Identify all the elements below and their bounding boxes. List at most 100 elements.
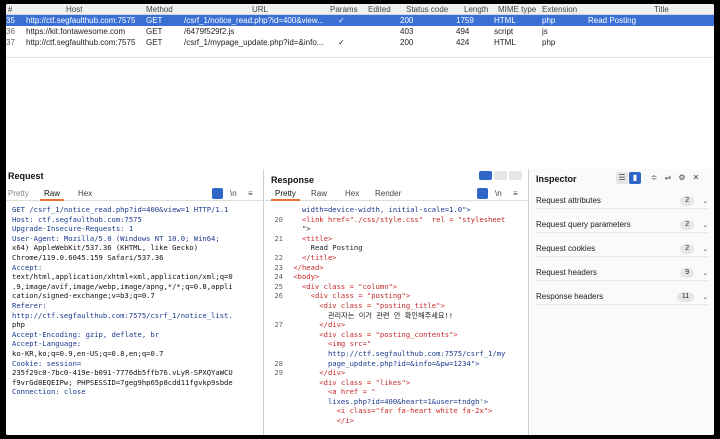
response-pretty-text[interactable]: width=device-width, initial-scale=1.0"> … [289, 205, 505, 426]
request-line: 235f29c0-7bc0-419e-b091-7776db5ffb76.vLy… [12, 368, 233, 378]
row-host: http://ctf.segfaulthub.com:7575 [26, 16, 136, 25]
response-menu-icon[interactable]: ≡ [513, 189, 518, 198]
col-header-length[interactable]: Length [464, 4, 488, 15]
request-pane: Request Pretty Raw Hex \n ≡ GET /csrf_1/… [6, 169, 264, 435]
request-line: .9,image/avif,image/webp,image/apng,*/*;… [12, 281, 233, 291]
col-header-title[interactable]: Title [654, 4, 669, 15]
layout-toggle-group [479, 171, 522, 180]
col-header-num[interactable]: # [8, 4, 12, 15]
request-tabs: Pretty Raw Hex \n ≡ [6, 188, 263, 201]
request-line: Referer: [12, 300, 47, 310]
col-header-host[interactable]: Host [66, 4, 82, 15]
inspector-section-request-attributes[interactable]: Request attributes 2 ⌄ [536, 193, 708, 209]
response-line: <body> [289, 272, 320, 282]
response-line: page_update.php?id=&info=&pw=1234"> [289, 358, 480, 368]
tab-hex[interactable]: Hex [78, 189, 92, 198]
response-line: <div class = "likes"> [289, 377, 411, 387]
chevron-down-icon: ⌄ [702, 197, 708, 205]
tab-pretty[interactable]: Pretty [8, 189, 29, 198]
row-params-check: ✓ [338, 38, 345, 47]
response-line: <img src=" [289, 339, 372, 349]
wrap-toggle-icon[interactable] [477, 188, 488, 199]
col-header-extension[interactable]: Extension [542, 4, 577, 15]
section-count-badge: 2 [680, 195, 695, 206]
layout-horizontal-icon[interactable] [494, 171, 507, 180]
row-num: 36 [6, 27, 15, 36]
tab-pretty[interactable]: Pretty [271, 189, 300, 201]
row-mime: HTML [494, 16, 516, 25]
request-line: GET /csrf_1/notice_read.php?id=400&view=… [12, 205, 229, 214]
response-line: </i> [289, 416, 354, 426]
row-method: GET [146, 38, 163, 47]
col-header-method[interactable]: Method [146, 4, 173, 15]
row-extension: php [542, 38, 556, 47]
request-line: f9vrGd8EQEIPw; PHPSESSID=7geg9hp65p8cdd1… [12, 377, 233, 387]
response-line-numbers: 20 21 22 23 24 25 26 27 28 29 [265, 205, 283, 406]
col-header-params[interactable]: Params [330, 4, 358, 15]
inspector-section-query-params[interactable]: Request query parameters 2 ⌄ [536, 217, 708, 233]
section-label: Response headers [536, 292, 604, 301]
chevron-down-icon: ⌄ [702, 245, 708, 253]
history-empty-area [6, 57, 714, 169]
inspector-filter-icon[interactable]: ⇌ [662, 172, 674, 184]
response-line: <a href = " [289, 387, 376, 397]
wrap-toggle-icon[interactable] [212, 188, 223, 199]
section-label: Request query parameters [536, 220, 631, 229]
line-number: 20 [274, 214, 283, 224]
line-number: 28 [274, 358, 283, 368]
history-row[interactable]: 37 http://ctf.segfaulthub.com:7575 GET /… [6, 37, 714, 48]
http-history-table: # Host Method URL Params Edited Status c… [6, 4, 714, 57]
col-header-edited[interactable]: Edited [368, 4, 391, 15]
history-header-row: # Host Method URL Params Edited Status c… [6, 4, 714, 15]
section-count-badge: 2 [680, 243, 695, 254]
response-line: <div class = "column"> [289, 281, 398, 291]
line-number: 23 [274, 262, 283, 272]
request-line: Connection: close [12, 387, 86, 397]
response-pane: Response Pretty Raw Hex Render \n ≡ 20 2… [265, 169, 529, 435]
line-number [265, 301, 283, 311]
line-number [265, 311, 283, 321]
history-row[interactable]: 35 http://ctf.segfaulthub.com:7575 GET /… [6, 15, 714, 26]
row-url: /6479f529f2.js [184, 27, 235, 36]
line-number: 21 [274, 233, 283, 243]
tab-render[interactable]: Render [375, 189, 401, 198]
tab-hex[interactable]: Hex [345, 189, 359, 198]
line-number: 22 [274, 252, 283, 262]
inspector-split-icon[interactable]: ▮ [629, 172, 641, 184]
request-raw-text[interactable]: GET /csrf_1/notice_read.php?id=400&view=… [12, 205, 233, 397]
row-status: 200 [400, 16, 414, 25]
tab-raw[interactable]: Raw [311, 189, 327, 198]
inspector-list-icon[interactable]: ☰ [616, 172, 628, 184]
response-line: http://ctf.segfaulthub.com:7575/csrf_1/m… [289, 348, 506, 358]
gear-icon[interactable]: ⚙ [676, 172, 688, 184]
section-label: Request attributes [536, 196, 601, 205]
inspector-section-response-headers[interactable]: Response headers 11 ⌄ [536, 289, 708, 305]
inspector-section-cookies[interactable]: Request cookies 2 ⌄ [536, 241, 708, 257]
line-number [265, 330, 283, 340]
inspector-section-request-headers[interactable]: Request headers 9 ⌄ [536, 265, 708, 281]
close-icon[interactable]: ✕ [690, 172, 702, 184]
col-header-mime[interactable]: MIME type [498, 4, 536, 15]
response-line: width=device-width, initial-scale=1.0"> [289, 205, 471, 214]
response-line: 관리자는 이거 관련 안 확인해주세요!! [289, 310, 454, 320]
line-number [265, 205, 283, 215]
request-line: http://ctf.segfaulthub.com:7575/csrf_1/n… [12, 310, 233, 320]
tab-raw[interactable]: Raw [39, 189, 65, 201]
inspector-align-icon[interactable]: ≑ [648, 172, 660, 184]
history-row[interactable]: 36 https://kit.fontawesome.com GET /6479… [6, 26, 714, 37]
response-line: </div> [289, 320, 346, 330]
newline-toggle[interactable]: \n [230, 189, 237, 198]
request-line: ko-KR,ko;q=0.9,en-US;q=0.8,en;q=0.7 [12, 348, 164, 358]
response-line: <div class = "posting"> [289, 291, 411, 301]
response-line: <i class="far fa-heart white fa-2x"> [289, 406, 493, 416]
request-menu-icon[interactable]: ≡ [248, 189, 253, 198]
line-number [265, 243, 283, 253]
layout-split-icon[interactable] [479, 171, 492, 180]
newline-toggle[interactable]: \n [495, 189, 502, 198]
request-line: Upgrade-Insecure-Requests: 1 [12, 224, 134, 234]
col-header-status[interactable]: Status code [406, 4, 448, 15]
col-header-url[interactable]: URL [252, 4, 268, 15]
layout-vertical-icon[interactable] [509, 171, 522, 180]
response-line: lixes.php?id=400&heart=1&user=tndgh'> [289, 396, 489, 406]
inspector-title: Inspector [536, 174, 577, 184]
